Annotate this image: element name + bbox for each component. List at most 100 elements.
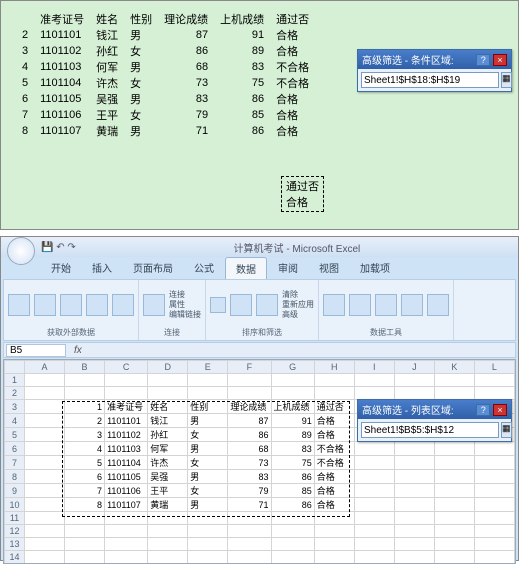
- advanced-filter-dialog-top[interactable]: 高级筛选 - 条件区域: ? × ▦: [357, 49, 512, 92]
- filter-icon[interactable]: [256, 294, 278, 316]
- cell[interactable]: 王平: [148, 484, 188, 498]
- cell[interactable]: 1101106: [105, 484, 148, 498]
- cell[interactable]: 86: [271, 470, 314, 484]
- dialog-titlebar[interactable]: 高级筛选 - 条件区域: ? ×: [358, 50, 511, 69]
- cell[interactable]: 14: [5, 551, 25, 564]
- cell[interactable]: 6: [65, 470, 105, 484]
- cell[interactable]: [65, 387, 105, 400]
- cell[interactable]: [148, 387, 188, 400]
- cell[interactable]: 女: [188, 428, 228, 442]
- cell[interactable]: 9: [5, 484, 25, 498]
- cell[interactable]: [105, 374, 148, 387]
- cell[interactable]: [314, 512, 354, 525]
- cell[interactable]: [394, 551, 434, 564]
- cell[interactable]: 姓名: [148, 400, 188, 414]
- name-box[interactable]: B5: [6, 344, 66, 357]
- cell[interactable]: [394, 538, 434, 551]
- cell[interactable]: 1101103: [105, 442, 148, 456]
- redo-icon[interactable]: ↷: [67, 242, 75, 253]
- cell[interactable]: 68: [228, 442, 271, 456]
- cell[interactable]: [105, 551, 148, 564]
- cell[interactable]: 何军: [148, 442, 188, 456]
- cell[interactable]: 71: [228, 498, 271, 512]
- cell[interactable]: [314, 564, 354, 565]
- cell[interactable]: [474, 374, 514, 387]
- sheet-row[interactable]: 11: [5, 512, 515, 525]
- cell[interactable]: [105, 564, 148, 565]
- cell[interactable]: 女: [188, 484, 228, 498]
- cell[interactable]: [105, 538, 148, 551]
- cell[interactable]: [474, 442, 514, 456]
- cell[interactable]: [474, 387, 514, 400]
- cell[interactable]: 1101104: [105, 456, 148, 470]
- sheet-row[interactable]: 15通过否: [5, 564, 515, 565]
- cell[interactable]: 4: [5, 414, 25, 428]
- cell[interactable]: [394, 525, 434, 538]
- cell[interactable]: 3: [5, 400, 25, 414]
- range-picker-icon[interactable]: ▦: [501, 422, 512, 438]
- col-header[interactable]: J: [394, 361, 434, 374]
- cell[interactable]: [434, 538, 474, 551]
- cell[interactable]: [188, 525, 228, 538]
- cell[interactable]: 男: [188, 414, 228, 428]
- cell[interactable]: [228, 538, 271, 551]
- close-icon[interactable]: ×: [493, 54, 507, 66]
- help-icon[interactable]: ?: [476, 404, 490, 416]
- cell[interactable]: [474, 551, 514, 564]
- cell[interactable]: [25, 538, 65, 551]
- data-validation-icon[interactable]: [375, 294, 397, 316]
- cell[interactable]: 85: [271, 484, 314, 498]
- cell[interactable]: 不合格: [314, 456, 354, 470]
- cell[interactable]: [148, 564, 188, 565]
- remove-duplicates-icon[interactable]: [349, 294, 371, 316]
- cell[interactable]: 83: [271, 442, 314, 456]
- cell[interactable]: 86: [271, 498, 314, 512]
- cell[interactable]: 性别: [188, 400, 228, 414]
- cell[interactable]: 男: [188, 442, 228, 456]
- cell[interactable]: [394, 456, 434, 470]
- range-input[interactable]: [361, 422, 499, 438]
- cell[interactable]: [354, 484, 394, 498]
- tab-插入[interactable]: 插入: [82, 257, 122, 279]
- tab-页面布局[interactable]: 页面布局: [123, 257, 183, 279]
- cell[interactable]: [354, 564, 394, 565]
- cell[interactable]: [148, 525, 188, 538]
- cell[interactable]: [148, 374, 188, 387]
- save-icon[interactable]: 💾: [41, 242, 53, 253]
- cell[interactable]: 13: [5, 538, 25, 551]
- cell[interactable]: 83: [228, 470, 271, 484]
- cell[interactable]: 1101107: [105, 498, 148, 512]
- cell[interactable]: [228, 551, 271, 564]
- range-input[interactable]: [361, 72, 499, 88]
- tab-加载项[interactable]: 加载项: [350, 257, 400, 279]
- cell[interactable]: [228, 525, 271, 538]
- cell[interactable]: [314, 374, 354, 387]
- cell[interactable]: [354, 456, 394, 470]
- close-icon[interactable]: ×: [493, 404, 507, 416]
- sheet-row[interactable]: 971101106王平女7985合格: [5, 484, 515, 498]
- cell[interactable]: 男: [188, 498, 228, 512]
- cell[interactable]: [105, 512, 148, 525]
- help-icon[interactable]: ?: [476, 54, 490, 66]
- cell[interactable]: [434, 470, 474, 484]
- tab-公式[interactable]: 公式: [184, 257, 224, 279]
- cell[interactable]: 吴强: [148, 470, 188, 484]
- cell[interactable]: [354, 525, 394, 538]
- cell[interactable]: [271, 525, 314, 538]
- col-header[interactable]: [5, 361, 25, 374]
- cell[interactable]: 1101105: [105, 470, 148, 484]
- sheet-row[interactable]: 2: [5, 387, 515, 400]
- cell[interactable]: [354, 374, 394, 387]
- cell[interactable]: [228, 564, 271, 565]
- cell[interactable]: [434, 442, 474, 456]
- cell[interactable]: 8: [65, 498, 105, 512]
- cell[interactable]: [105, 525, 148, 538]
- what-if-icon[interactable]: [427, 294, 449, 316]
- cell[interactable]: 许杰: [148, 456, 188, 470]
- col-header[interactable]: D: [148, 361, 188, 374]
- cell[interactable]: [65, 374, 105, 387]
- cell[interactable]: [25, 564, 65, 565]
- cell[interactable]: 15: [5, 564, 25, 565]
- cell[interactable]: [474, 538, 514, 551]
- connections-btn[interactable]: 连接: [169, 290, 201, 300]
